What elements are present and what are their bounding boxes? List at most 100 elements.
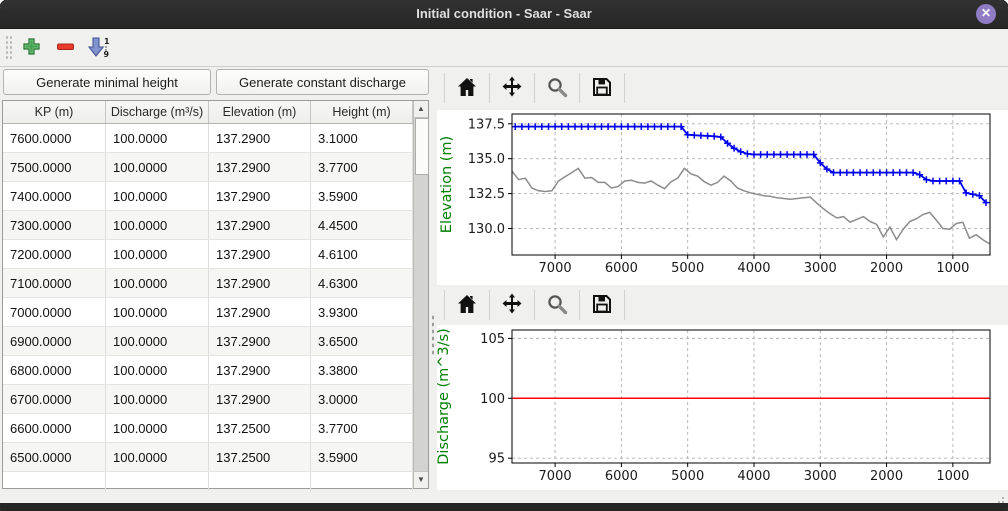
table-scrollbar[interactable]: ▲ ▼ [413, 101, 428, 488]
table-cell[interactable]: 137.2900 [209, 327, 311, 356]
elevation-chart[interactable]: 7000600050004000300020001000130.0132.513… [437, 110, 1008, 285]
table-cell[interactable]: 3.9300 [311, 298, 413, 327]
table-cell[interactable]: 6500.0000 [3, 443, 106, 472]
column-header[interactable]: Elevation (m) [209, 101, 311, 123]
toolbar-separator [534, 73, 535, 103]
toolbar-drag-handle[interactable] [5, 35, 12, 60]
toolbar-separator [534, 290, 535, 320]
svg-text:3000: 3000 [804, 261, 837, 276]
scrollbar-thumb[interactable] [415, 118, 429, 175]
toolbar-separator [489, 73, 490, 103]
pan-icon [500, 292, 524, 316]
table-cell[interactable]: 4.4500 [311, 211, 413, 240]
table-cell[interactable]: 7000.0000 [3, 298, 106, 327]
svg-text:1000: 1000 [936, 469, 969, 484]
pan-button[interactable] [497, 73, 527, 103]
main-toolbar: 1 9 [0, 29, 1008, 67]
generate-minimal-height-button[interactable]: Generate minimal height [3, 69, 211, 95]
table-cell[interactable] [3, 472, 106, 491]
scroll-up-button[interactable]: ▲ [414, 101, 428, 118]
discharge-chart[interactable]: 700060005000400030002000100095100105Disc… [437, 325, 1008, 490]
title-bar[interactable]: Initial condition - Saar - Saar ✕ [0, 0, 1008, 29]
svg-text:132.5: 132.5 [468, 187, 505, 202]
svg-text:130.0: 130.0 [468, 222, 505, 237]
home-button[interactable] [452, 290, 482, 320]
pan-button[interactable] [497, 290, 527, 320]
pan-icon [500, 75, 524, 99]
column-header[interactable]: Height (m) [311, 101, 413, 123]
table-cell[interactable]: 137.2900 [209, 298, 311, 327]
table-cell[interactable]: 100.0000 [106, 385, 209, 414]
toolbar-separator [444, 290, 445, 320]
close-button[interactable]: ✕ [976, 4, 996, 24]
table-cell[interactable]: 100.0000 [106, 414, 209, 443]
table-cell[interactable]: 100.0000 [106, 211, 209, 240]
table-cell[interactable]: 137.2900 [209, 240, 311, 269]
close-icon: ✕ [981, 6, 991, 20]
initial-condition-window: Initial condition - Saar - Saar ✕ 1 9 [0, 0, 1008, 511]
home-button[interactable] [452, 73, 482, 103]
table-cell[interactable]: 3.6500 [311, 327, 413, 356]
table-cell[interactable]: 137.2900 [209, 124, 311, 153]
table-cell[interactable]: 4.6100 [311, 240, 413, 269]
table-cell[interactable]: 6600.0000 [3, 414, 106, 443]
zoom-button[interactable] [542, 290, 572, 320]
table-cell[interactable]: 137.2500 [209, 414, 311, 443]
table-cell[interactable]: 100.0000 [106, 269, 209, 298]
table-cell[interactable] [209, 472, 311, 491]
table-cell[interactable]: 3.0000 [311, 385, 413, 414]
table-cell[interactable]: 4.6300 [311, 269, 413, 298]
save-button[interactable] [587, 73, 617, 103]
table-cell[interactable]: 7500.0000 [3, 153, 106, 182]
sort-rows-button[interactable]: 1 9 [85, 35, 113, 59]
table-cell[interactable]: 3.1000 [311, 124, 413, 153]
table-cell[interactable]: 137.2900 [209, 356, 311, 385]
resize-grip[interactable] [994, 493, 1004, 503]
table-cell[interactable]: 7400.0000 [3, 182, 106, 211]
table-cell[interactable]: 7600.0000 [3, 124, 106, 153]
remove-row-button[interactable] [53, 35, 77, 59]
table-row: 7300.0000100.0000137.29004.4500 [3, 211, 428, 240]
save-button[interactable] [587, 290, 617, 320]
table-cell[interactable]: 137.2900 [209, 269, 311, 298]
table-cell[interactable]: 100.0000 [106, 182, 209, 211]
table-cell[interactable]: 100.0000 [106, 124, 209, 153]
table-cell[interactable]: 100.0000 [106, 153, 209, 182]
table-cell[interactable]: 137.2900 [209, 153, 311, 182]
table-cell[interactable]: 137.2900 [209, 211, 311, 240]
table-row: 7100.0000100.0000137.29004.6300 [3, 269, 428, 298]
pane-splitter[interactable] [429, 66, 437, 489]
svg-text:7000: 7000 [539, 469, 572, 484]
add-row-button[interactable] [19, 35, 43, 59]
minus-icon [56, 37, 75, 56]
table-cell[interactable]: 7200.0000 [3, 240, 106, 269]
table-cell[interactable]: 6800.0000 [3, 356, 106, 385]
table-cell[interactable]: 100.0000 [106, 298, 209, 327]
column-header[interactable]: KP (m) [3, 101, 106, 123]
table-cell[interactable] [311, 472, 413, 491]
column-header[interactable]: Discharge (m³/s) [106, 101, 209, 123]
table-cell[interactable]: 137.2500 [209, 443, 311, 472]
table-cell[interactable]: 3.7700 [311, 414, 413, 443]
table-cell[interactable]: 7100.0000 [3, 269, 106, 298]
table-cell[interactable]: 137.2900 [209, 182, 311, 211]
table-cell[interactable]: 3.7700 [311, 153, 413, 182]
table-cell[interactable] [106, 472, 209, 491]
generate-constant-discharge-button[interactable]: Generate constant discharge [216, 69, 429, 95]
scroll-down-button[interactable]: ▼ [414, 471, 428, 488]
table-cell[interactable]: 7300.0000 [3, 211, 106, 240]
table-cell[interactable]: 6900.0000 [3, 327, 106, 356]
svg-text:2000: 2000 [870, 261, 903, 276]
table-cell[interactable]: 3.5900 [311, 443, 413, 472]
table-cell[interactable]: 100.0000 [106, 240, 209, 269]
initial-condition-table: KP (m)Discharge (m³/s)Elevation (m)Heigh… [2, 100, 429, 489]
zoom-button[interactable] [542, 73, 572, 103]
discharge-chart-toolbar [437, 283, 1008, 327]
table-cell[interactable]: 100.0000 [106, 356, 209, 385]
table-cell[interactable]: 3.5900 [311, 182, 413, 211]
table-cell[interactable]: 100.0000 [106, 443, 209, 472]
table-cell[interactable]: 3.3800 [311, 356, 413, 385]
table-cell[interactable]: 6700.0000 [3, 385, 106, 414]
table-cell[interactable]: 137.2900 [209, 385, 311, 414]
table-cell[interactable]: 100.0000 [106, 327, 209, 356]
